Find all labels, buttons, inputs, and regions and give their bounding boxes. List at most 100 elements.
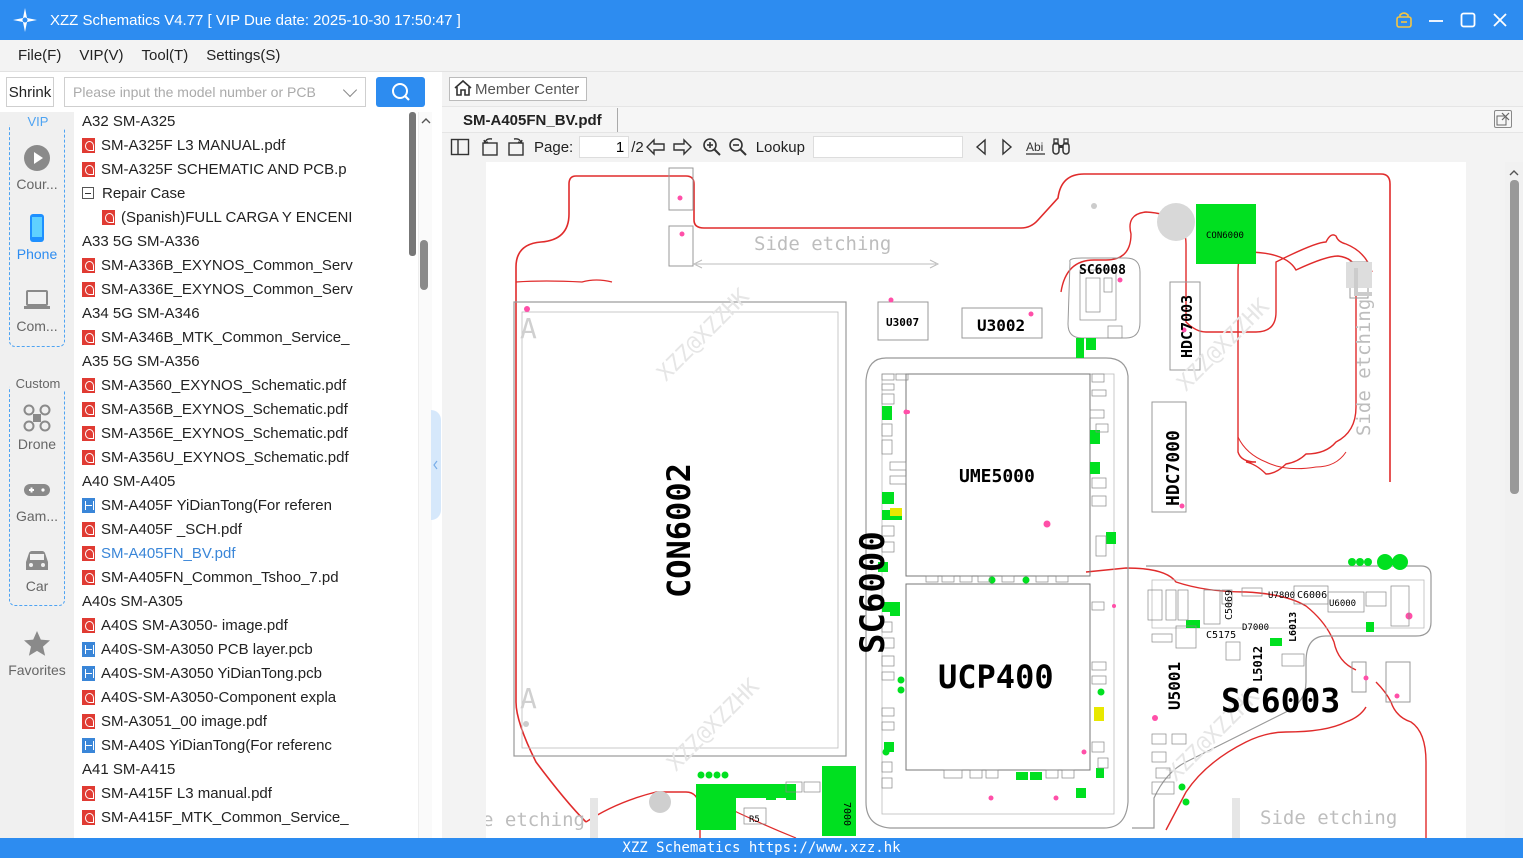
tree-file[interactable]: SM-A336E_EXYNOS_Common_Serv [82,277,408,301]
status-bar: XZZ Schematics https://www.xzz.hk [0,838,1523,858]
tree-file[interactable]: A40S-SM-A3050 PCB layer.pcb [82,637,408,661]
page-number-input[interactable] [579,136,630,158]
tree-file[interactable]: SM-A405F _SCH.pdf [82,517,408,541]
sidebar-toggle-icon[interactable] [450,137,470,157]
tree-file[interactable]: SM-A415F L3 manual.pdf [82,781,408,805]
model-search-input[interactable] [73,84,333,100]
tree-file[interactable]: SM-A40S YiDianTong(For referenc [82,733,408,757]
gamepad-icon [23,476,51,504]
tab-close-icon[interactable] [1494,110,1512,128]
pdf-file-icon [82,713,95,729]
pdf-file-icon [82,689,95,705]
pdf-file-icon [82,785,95,801]
tree-file[interactable]: SM-A356E_EXYNOS_Schematic.pdf [82,421,408,445]
category-phone[interactable]: Phone [0,214,74,262]
tree-file[interactable]: SM-A405FN_BV.pdf [82,541,408,565]
category-games[interactable]: Gam... [0,476,74,524]
tree-file[interactable]: SM-A346B_MTK_Common_Service_ [82,325,408,349]
tree-scrollbar-thumb-secondary[interactable] [420,240,428,290]
tree-file[interactable]: SM-A336B_EXYNOS_Common_Serv [82,253,408,277]
tree-folder[interactable]: A35 5G SM-A356 [74,349,408,373]
viewer-toolbar: Page: /2 Lookup Abi [442,134,1523,160]
prev-page-arrow-icon[interactable] [645,137,666,157]
tree-file[interactable]: SM-A356U_EXYNOS_Schematic.pdf [82,445,408,469]
tree-item-label: SM-A356U_EXYNOS_Schematic.pdf [101,448,349,466]
pcb-file-icon [82,737,95,753]
tree-file[interactable]: SM-A3051_00 image.pdf [82,709,408,733]
match-case-icon[interactable]: Abi [1025,137,1045,157]
pdf-file-icon [82,425,95,441]
rotate-left-icon[interactable] [480,137,500,157]
svg-text:C5175: C5175 [1206,630,1236,641]
tree-file[interactable]: SM-A405FN_Common_Tshoo_7.pd [82,565,408,589]
tree-folder[interactable]: Repair Case [82,181,408,205]
canvas-scrollbar-thumb[interactable] [1510,180,1519,494]
tree-item-label: A35 5G SM-A356 [82,352,200,370]
tree-scrollbar[interactable] [418,112,432,838]
tree-file[interactable]: (Spanish)FULL CARGA Y ENCENI [102,205,408,229]
tree-item-label: SM-A356E_EXYNOS_Schematic.pdf [101,424,348,442]
maximize-icon[interactable] [1459,11,1477,29]
tree-item-label: A40S-SM-A3050 YiDianTong.pcb [101,664,322,682]
close-icon[interactable] [1491,11,1509,29]
tree-item-label: SM-A356B_EXYNOS_Schematic.pdf [101,400,348,418]
tree-file[interactable]: SM-A415F_MTK_Common_Service_ [82,805,408,829]
tree-item-label: SM-A3560_EXYNOS_Schematic.pdf [101,376,347,394]
menu-tool[interactable]: Tool(T) [142,47,189,64]
phone-icon [23,214,51,242]
category-courses[interactable]: Cour... [0,144,74,192]
tree-file[interactable]: SM-A325F L3 MANUAL.pdf [82,133,408,157]
lookup-input[interactable] [812,136,963,158]
favorites-button[interactable]: Favorites [0,630,74,678]
panel-collapse-handle[interactable] [431,410,441,520]
tree-file[interactable]: SM-A356B_EXYNOS_Schematic.pdf [82,397,408,421]
model-search-box[interactable] [64,77,366,107]
tree-file[interactable]: A40S SM-A3050- image.pdf [82,613,408,637]
menu-bar: File(F) VIP(V) Tool(T) Settings(S) [0,40,1523,72]
menu-vip[interactable]: VIP(V) [79,47,123,64]
tree-file[interactable]: SM-A3560_EXYNOS_Schematic.pdf [82,373,408,397]
menu-file[interactable]: File(F) [18,47,61,64]
window-title: XZZ Schematics V4.77 [ VIP Due date: 202… [50,11,461,29]
binoculars-icon[interactable] [1051,137,1071,157]
tree-file[interactable]: A40S-SM-A3050-Component expla [82,685,408,709]
tree-folder[interactable]: A34 5G SM-A346 [74,301,408,325]
tree-file[interactable]: SM-A325F SCHEMATIC AND PCB.p [82,157,408,181]
category-drone[interactable]: Drone [0,404,74,452]
chevron-down-icon[interactable] [342,82,358,98]
minimize-icon[interactable] [1427,11,1445,29]
tree-folder[interactable]: A32 SM-A325 [74,112,408,133]
category-car[interactable]: Car [0,546,74,594]
tree-folder[interactable]: A40s SM-A305 [74,589,408,613]
tree-folder[interactable]: A41 SM-A415 [74,757,408,781]
search-button[interactable] [376,77,425,107]
lookup-prev-icon[interactable] [971,137,991,157]
shrink-button[interactable]: Shrink [6,77,54,107]
lookup-next-icon[interactable] [997,137,1017,157]
svg-text:U3007: U3007 [886,316,919,329]
next-page-arrow-icon[interactable] [672,137,692,157]
zoom-out-icon[interactable] [728,137,748,157]
tree-folder[interactable]: A33 5G SM-A336 [74,229,408,253]
tree-file[interactable]: A40S-SM-A3050 YiDianTong.pcb [82,661,408,685]
svg-text:XZZ@XZZHK: XZZ@XZZHK [663,674,766,777]
svg-text:U6000: U6000 [1329,599,1356,609]
zoom-in-icon[interactable] [702,137,722,157]
category-label: Com... [16,318,58,334]
tree-folder[interactable]: A40 SM-A405 [74,469,408,493]
pdf-file-icon [82,161,95,177]
schematic-canvas[interactable]: Side etching e etching Side etching Side… [486,162,1466,838]
category-computer[interactable]: Com... [0,286,74,334]
collapse-toggle-icon[interactable] [82,187,94,199]
tab-document[interactable]: SM-A405FN_BV.pdf [452,108,618,132]
rotate-right-icon[interactable] [506,137,526,157]
member-center-button[interactable]: Member Center [449,77,587,101]
svg-text:UCP400: UCP400 [938,658,1054,696]
vip-lock-icon[interactable] [1395,11,1413,29]
svg-text:CON6000: CON6000 [1206,231,1244,241]
menu-settings[interactable]: Settings(S) [206,47,280,64]
tree-scrollbar-thumb[interactable] [409,112,416,256]
home-icon [453,78,475,100]
tree-file[interactable]: SM-A405F YiDianTong(For referen [82,493,408,517]
car-icon [23,546,51,574]
